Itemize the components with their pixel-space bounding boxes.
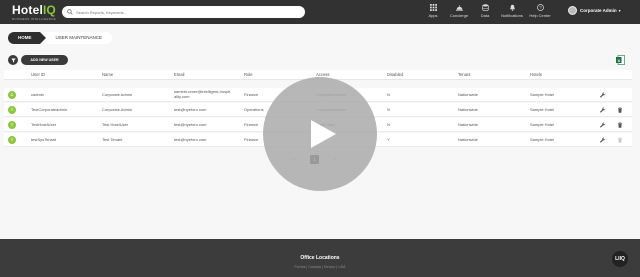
add-user-button[interactable]: ADD NEW USER — [21, 55, 68, 65]
col-header-email[interactable]: Email — [174, 72, 184, 77]
trash-icon[interactable] — [617, 122, 623, 128]
user-initial-badge: T — [8, 121, 16, 129]
col-header-hotels[interactable]: Hotels — [530, 72, 542, 77]
concierge-icon — [455, 5, 463, 11]
breadcrumb: HOME USER MAINTENANCE — [8, 32, 113, 44]
cell-email: test@nyeforo.com — [174, 122, 207, 127]
wrench-icon[interactable] — [600, 107, 606, 113]
help-icon: ? — [536, 4, 544, 11]
database-icon — [481, 4, 489, 11]
nav-notifications-label: Notifications — [501, 13, 523, 18]
cell-name: Corporate Admin — [102, 92, 133, 97]
col-header-user-id[interactable]: User ID — [31, 72, 45, 77]
nav-concierge-label: Concierge — [449, 13, 469, 18]
cell-name: Corporate Admin — [102, 107, 133, 112]
wrench-icon[interactable] — [600, 137, 606, 143]
cell-hotels: Sample Hotel — [530, 107, 555, 112]
wrench-icon[interactable] — [600, 122, 606, 128]
cell-tenant: Nationwide — [458, 122, 478, 127]
col-header-disabled[interactable]: Disabled — [387, 72, 403, 77]
nav-notifications[interactable]: Notifications — [498, 4, 526, 18]
nav-help-center[interactable]: ? Help Center — [526, 4, 554, 18]
nav-data[interactable]: Data — [472, 4, 498, 18]
trash-icon-disabled — [617, 137, 623, 143]
bell-icon — [509, 4, 515, 11]
svg-text:?: ? — [539, 5, 542, 10]
user-initial-badge: C — [8, 91, 16, 99]
cell-email: test@nyeforo.com — [174, 107, 207, 112]
chevron-down-icon: ▾ — [618, 8, 621, 13]
user-initial-badge: T — [8, 136, 16, 144]
play-icon — [311, 120, 336, 148]
cell-hotels: Sample Hotel — [530, 137, 555, 142]
wrench-icon[interactable] — [600, 92, 606, 98]
cell-disabled: N — [387, 92, 390, 97]
search-input[interactable] — [76, 9, 296, 15]
footer: Office Locations Florida | Canada | Mexi… — [0, 239, 640, 277]
cell-role: Finance — [244, 122, 259, 127]
header-nav: Apps Concierge Data Notifications ? Help… — [420, 4, 554, 18]
cell-tenant: Nationwide — [458, 137, 478, 142]
cell-disabled: N — [387, 107, 390, 112]
video-play-overlay[interactable] — [263, 77, 377, 191]
cell-disabled: Y — [387, 137, 390, 142]
cell-role: Finance — [244, 92, 259, 97]
col-header-role[interactable]: Role — [244, 72, 253, 77]
svg-text:x: x — [617, 58, 620, 63]
breadcrumb-home[interactable]: HOME — [8, 32, 45, 44]
nav-data-label: Data — [480, 13, 490, 18]
breadcrumb-current: USER MAINTENANCE — [39, 32, 113, 44]
col-header-name[interactable]: Name — [102, 72, 113, 77]
logo-iq: IQ — [43, 3, 56, 17]
top-bar: HotelIQ BUSINESS INTELLIGENCE Apps Conci… — [0, 0, 640, 24]
cell-user-id: TestCorporateadmin — [31, 107, 68, 112]
nav-concierge[interactable]: Concierge — [446, 4, 472, 18]
cell-email: test@nyeforo.com — [174, 137, 207, 142]
search-bar[interactable] — [62, 6, 305, 18]
excel-export-icon[interactable]: x — [616, 55, 625, 65]
logo-word: Hotel — [12, 3, 43, 17]
footer-title: Office Locations — [300, 255, 340, 261]
cell-role: Finance — [244, 137, 259, 142]
cell-email: sameer.umer@intelligent-hospit ality.com — [174, 89, 230, 99]
cell-tenant: Nationwide — [458, 107, 478, 112]
cell-tenant: Nationwide — [458, 92, 478, 97]
cell-user-id: cadmin — [31, 92, 44, 97]
cell-hotels: Sample Hotel — [530, 122, 555, 127]
cell-name: Test Tenant — [102, 137, 123, 142]
nav-help-label: Help Center — [529, 13, 551, 18]
avatar — [568, 6, 577, 15]
trash-icon[interactable] — [617, 107, 623, 113]
nav-apps-label: Apps — [428, 13, 438, 18]
user-menu[interactable]: Corporate Admin ▾ — [568, 6, 621, 15]
liiq-badge[interactable]: LIIQ — [612, 251, 628, 267]
grid-icon — [429, 4, 437, 11]
logo-tagline: BUSINESS INTELLIGENCE — [12, 17, 56, 21]
cell-user-id: testSysTenant — [31, 137, 57, 142]
filter-icon — [10, 58, 16, 62]
cell-hotels: Sample Hotel — [530, 92, 555, 97]
nav-apps[interactable]: Apps — [420, 4, 446, 18]
cell-email-line2: ality.com — [174, 93, 190, 99]
search-icon — [67, 9, 73, 15]
filter-button[interactable] — [8, 55, 18, 65]
footer-locations: Florida | Canada | Mexico | USA — [294, 265, 346, 269]
col-header-tenant[interactable]: Tenant — [458, 72, 471, 77]
user-initial-badge: T — [8, 106, 16, 114]
hoteliq-logo[interactable]: Hotel IQ BUSINESS INTELLIGENCE — [12, 3, 56, 22]
user-name: Corporate Admin — [580, 8, 617, 13]
cell-role: Operations — [244, 107, 264, 112]
cell-name: Test HotelUser — [102, 122, 129, 127]
cell-user-id: TestHotelUser — [31, 122, 57, 127]
cell-disabled: N — [387, 122, 390, 127]
